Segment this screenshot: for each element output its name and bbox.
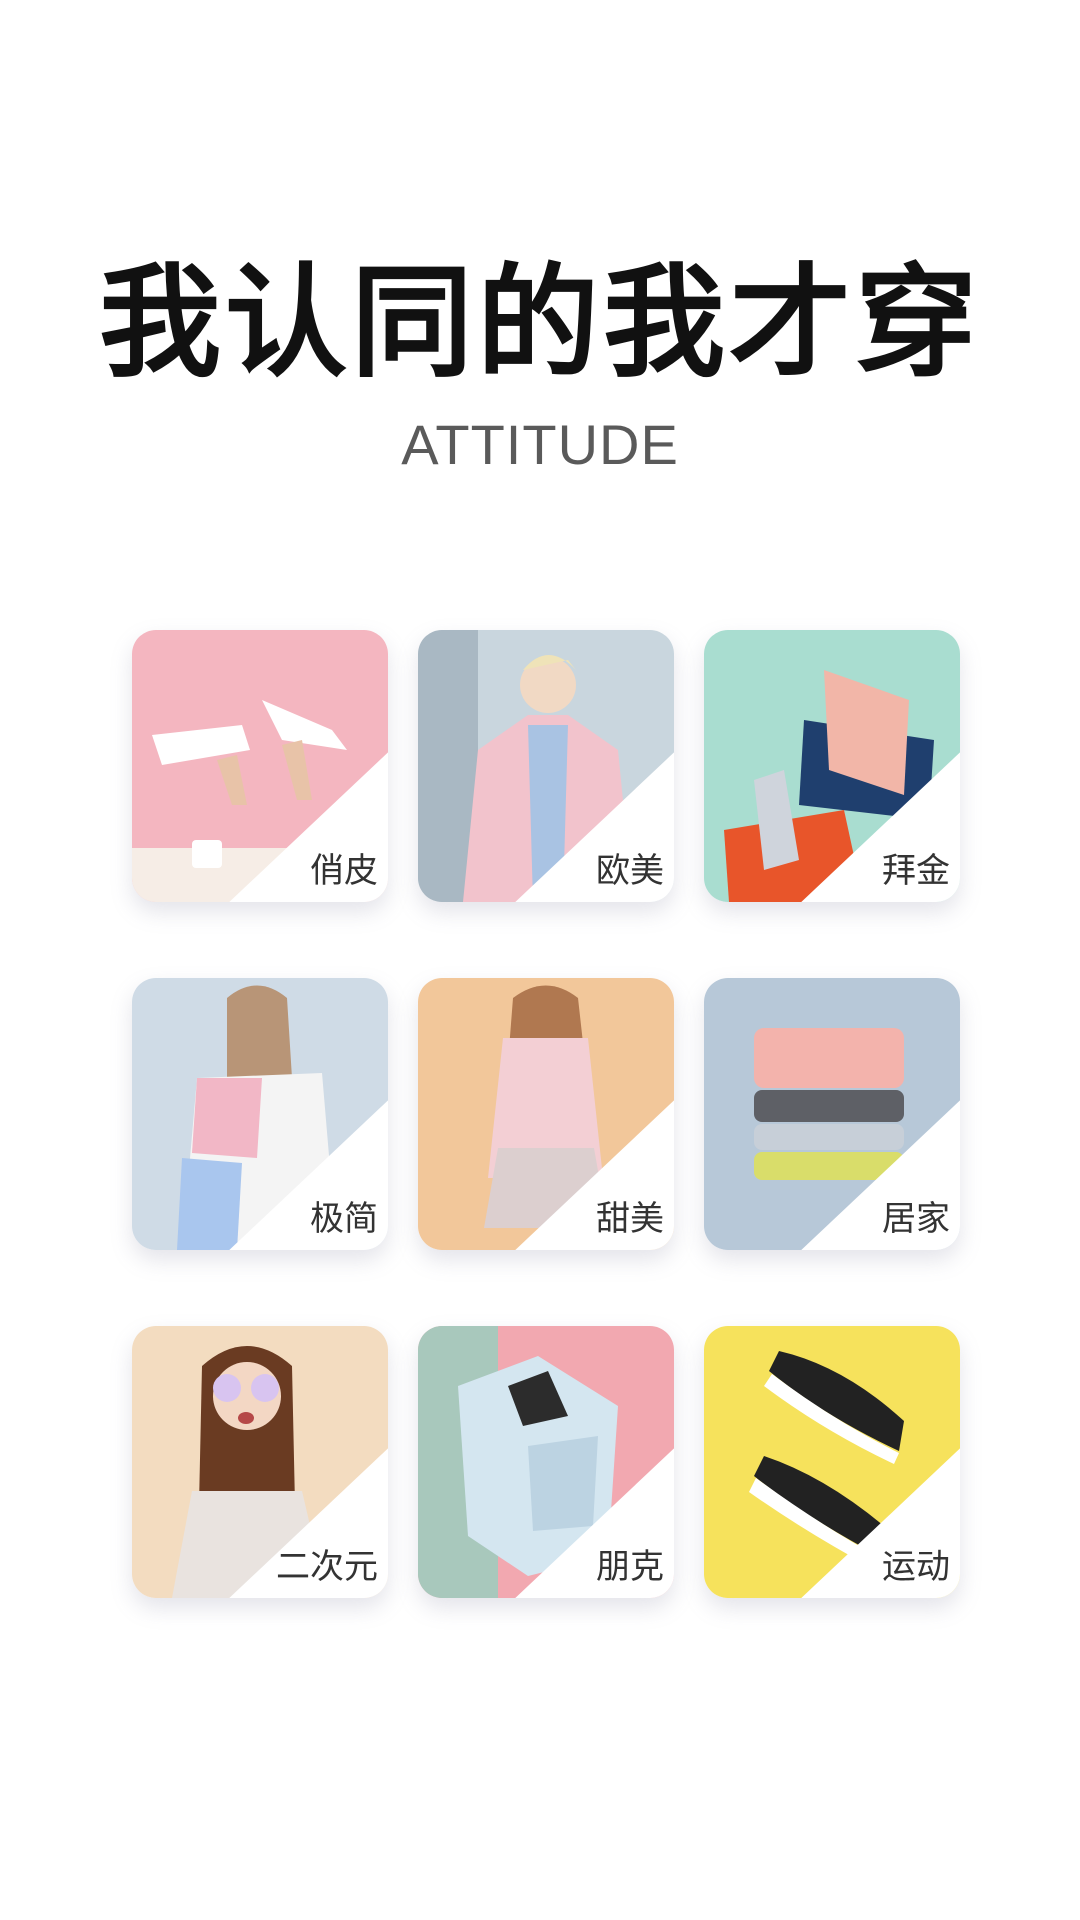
style-tile-sport[interactable]: 运动 bbox=[704, 1326, 960, 1598]
style-tile-playful[interactable]: 俏皮 bbox=[132, 630, 388, 902]
style-label: 运动 bbox=[882, 1547, 950, 1587]
style-label: 欧美 bbox=[596, 851, 664, 891]
style-tile-sweet[interactable]: 甜美 bbox=[418, 978, 674, 1250]
style-tile-homewear[interactable]: 居家 bbox=[704, 978, 960, 1250]
style-label: 朋克 bbox=[596, 1547, 664, 1587]
page-subtitle: ATTITUDE bbox=[401, 413, 679, 476]
style-label: 拜金 bbox=[882, 851, 950, 891]
style-tile-anime[interactable]: 二次元 bbox=[132, 1326, 388, 1598]
style-label: 甜美 bbox=[596, 1199, 664, 1239]
style-tile-punk[interactable]: 朋克 bbox=[418, 1326, 674, 1598]
style-tile-western[interactable]: 欧美 bbox=[418, 630, 674, 902]
style-label: 极简 bbox=[310, 1199, 378, 1239]
page-title: 我认同的我才穿 bbox=[99, 252, 981, 394]
style-grid: 俏皮 欧美 拜金 极简 甜美 居家 二次元 朋克 运动 bbox=[132, 630, 960, 1598]
style-tile-glam[interactable]: 拜金 bbox=[704, 630, 960, 902]
style-label: 居家 bbox=[882, 1199, 950, 1239]
style-tile-minimal[interactable]: 极简 bbox=[132, 978, 388, 1250]
style-label: 二次元 bbox=[276, 1547, 378, 1587]
style-label: 俏皮 bbox=[310, 851, 378, 891]
